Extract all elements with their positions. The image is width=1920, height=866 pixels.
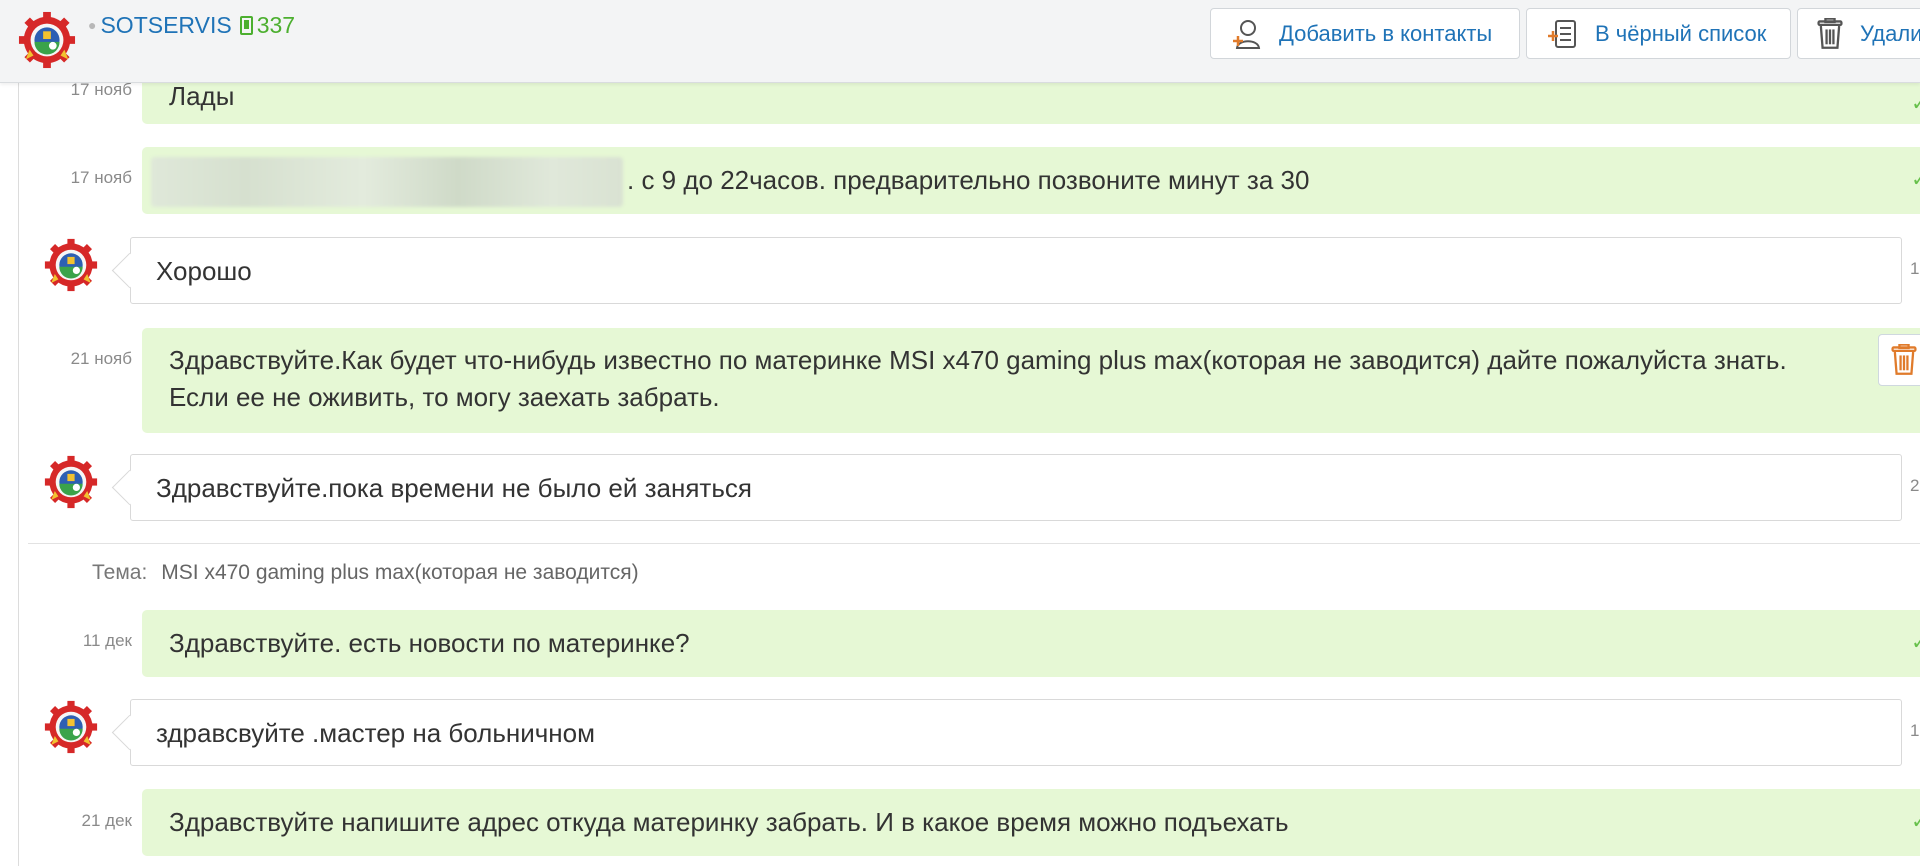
trash-icon [1816, 18, 1844, 50]
message-text-line: Если ее не оживить, то могу заехать забр… [169, 382, 720, 412]
outgoing-message: . с 9 до 22часов. предварительно позвони… [142, 147, 1920, 214]
trash-icon [1890, 344, 1918, 376]
sender-avatar[interactable] [44, 700, 98, 754]
user-info: ● SOTSERVIS 337 [88, 12, 295, 39]
sender-avatar[interactable] [44, 455, 98, 509]
outgoing-message: Здравствуйте. есть новости по материнке?… [142, 610, 1920, 677]
add-contact-label: Добавить в контакты [1279, 20, 1493, 46]
conversation-header: ● SOTSERVIS 337 Добавить в контакты В чёрн… [0, 0, 1920, 83]
user-logo[interactable] [18, 11, 76, 69]
check-icon: ✓ [1911, 811, 1920, 833]
message-time: 2 [1910, 476, 1920, 495]
message-date: 21 дек [81, 811, 132, 830]
delete-label: Удалить [1860, 20, 1920, 46]
message-text: . с 9 до 22часов. предварительно позвони… [627, 165, 1310, 195]
message-text: Лады [169, 81, 235, 111]
check-icon: ✓ [1911, 169, 1920, 191]
outgoing-message: Здравствуйте.Как будет что-нибудь извест… [142, 328, 1920, 433]
message-text: Хорошо [156, 256, 252, 286]
message-thread: 17 нояб Лады ✓ 17 нояб . с 9 до 22часов.… [0, 0, 1920, 866]
check-icon: ✓ [1911, 632, 1920, 654]
message-time: 1 [1910, 721, 1920, 740]
check-icon: ✓ [1911, 93, 1920, 115]
blacklist-icon [1548, 19, 1576, 48]
outgoing-message: Здравствуйте напишите адрес откуда матер… [142, 789, 1920, 856]
topic-label: Тема: [92, 561, 148, 584]
user-rating: 337 [256, 12, 296, 38]
thread-border [18, 82, 19, 866]
add-contact-icon [1233, 19, 1261, 49]
user-name-link[interactable]: SOTSERVIS [100, 12, 231, 38]
topic-divider [28, 543, 1920, 544]
incoming-message: Хорошо [111, 237, 1902, 304]
status-dot: ● [88, 17, 97, 33]
message-text: Здравствуйте. есть новости по материнке? [169, 628, 690, 658]
message-date: 17 нояб [70, 80, 132, 99]
message-date: 21 нояб [70, 349, 132, 368]
incoming-message: Здравствуйте.пока времени не было ей зан… [111, 454, 1902, 521]
topic-line: Тема: MSI x470 gaming plus max(которая не… [92, 561, 639, 585]
message-text: здравсвуйте .мастер на больничном [156, 718, 596, 748]
message-date: 11 дек [82, 631, 132, 650]
message-text: Здравствуйте напишите адрес откуда матер… [169, 807, 1289, 837]
blacklist-button[interactable]: В чёрный список [1526, 8, 1791, 59]
delete-message-button[interactable] [1878, 334, 1920, 386]
message-text-line: Здравствуйте.Как будет что-нибудь извест… [169, 345, 1787, 375]
message-time: 1 [1910, 259, 1920, 278]
add-contact-button[interactable]: Добавить в контакты [1210, 8, 1520, 59]
sender-avatar[interactable] [44, 238, 98, 292]
redacted-address [151, 157, 623, 208]
bubble-tail [111, 714, 148, 751]
phone-icon [239, 16, 253, 35]
topic-value: MSI x470 gaming plus max(которая не заво… [161, 561, 639, 584]
bubble-tail [111, 469, 148, 506]
blacklist-label: В чёрный список [1595, 20, 1767, 46]
bubble-tail [111, 252, 148, 289]
delete-conversation-button[interactable]: Удалить [1797, 8, 1920, 59]
incoming-message: здравсвуйте .мастер на больничном [111, 699, 1902, 766]
message-text: Здравствуйте.пока времени не было ей зан… [156, 473, 752, 503]
message-date: 17 нояб [70, 168, 132, 187]
